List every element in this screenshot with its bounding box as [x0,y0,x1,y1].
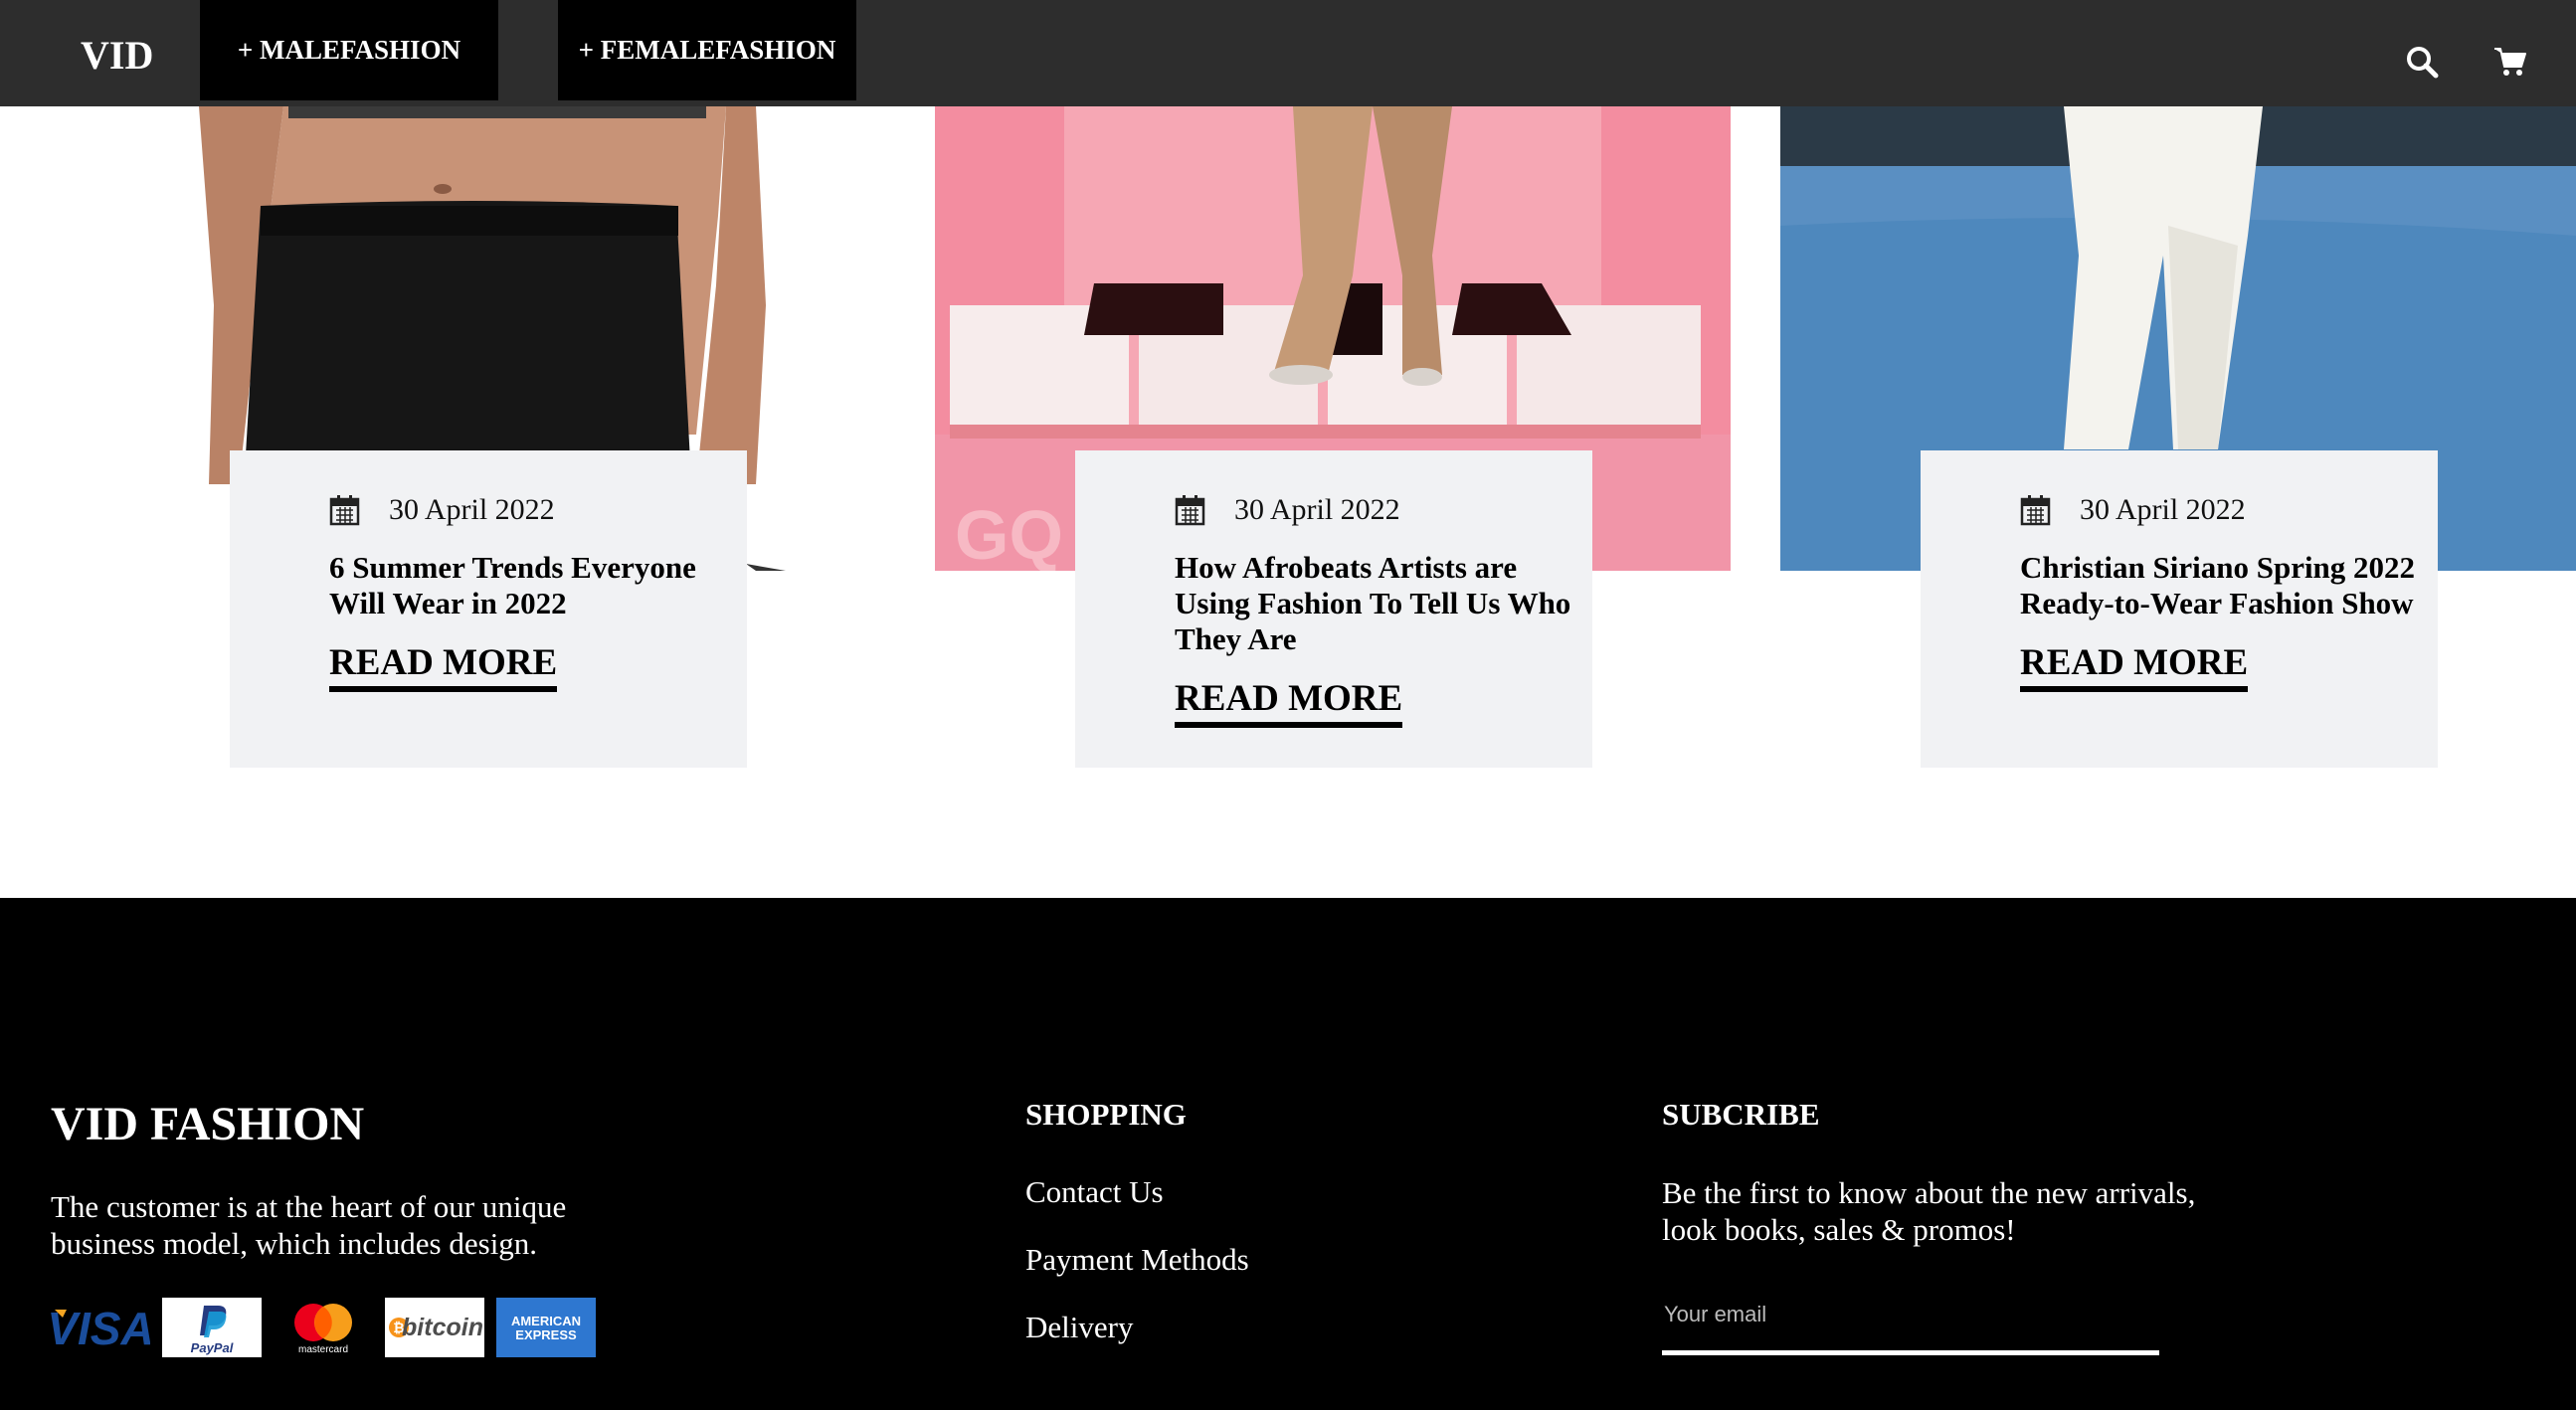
calendar-icon [2020,495,2051,526]
post-card: 30 April 2022 6 Summer Trends Everyone W… [230,450,747,768]
american-express-icon: AMERICAN EXPRESS [496,1298,596,1357]
post-date-text: 30 April 2022 [389,493,555,526]
post-title[interactable]: Christian Siriano Spring 2022 Ready-to-W… [2020,550,2428,621]
post-date-text: 30 April 2022 [2080,493,2246,526]
delivery-link[interactable]: Delivery [1025,1310,1133,1345]
nav-female-fashion[interactable]: + FEMALEFASHION [558,0,856,100]
subscribe-heading: SUBCRIBE [1662,1097,1820,1132]
post-card: 30 April 2022 How Afrobeats Artists are … [1075,450,1592,768]
contact-us-link[interactable]: Contact Us [1025,1174,1164,1210]
read-more-link[interactable]: READ MORE [329,641,558,692]
paypal-icon: PayPal [162,1298,262,1357]
shopping-heading: SHOPPING [1025,1097,1187,1132]
search-icon[interactable] [2404,44,2440,80]
svg-text:EXPRESS: EXPRESS [515,1327,577,1342]
cart-icon[interactable] [2492,44,2528,80]
post-title[interactable]: How Afrobeats Artists are Using Fashion … [1175,550,1582,657]
post-date-text: 30 April 2022 [1234,493,1400,526]
payment-methods-link[interactable]: Payment Methods [1025,1242,1249,1278]
subscribe-description: Be the first to know about the new arriv… [1662,1175,2196,1247]
svg-text:bitcoin: bitcoin [402,1314,483,1341]
post-date: 30 April 2022 [329,490,747,530]
nav-male-fashion[interactable]: + MALEFASHION [200,0,498,100]
read-more-link[interactable]: READ MORE [2020,641,2249,692]
post-date: 30 April 2022 [1175,490,1592,530]
post-card: 30 April 2022 Christian Siriano Spring 2… [1921,450,2438,768]
site-logo[interactable]: VID [81,32,153,79]
svg-text:mastercard: mastercard [298,1344,348,1355]
email-input[interactable] [1662,1278,2159,1355]
footer-brand: VID FASHION [51,1098,365,1150]
site-footer: VID FASHION The customer is at the heart… [0,898,2576,1410]
bitcoin-icon: ₿ bitcoin [385,1298,484,1357]
calendar-icon [329,495,360,526]
post-date: 30 April 2022 [2020,490,2438,530]
payment-methods: VISA PayPal mastercard ₿ bitcoin AMERICA… [51,1298,608,1357]
mastercard-icon: mastercard [274,1298,373,1357]
svg-text:PayPal: PayPal [191,1340,234,1355]
svg-text:GQ: GQ [955,496,1063,571]
post-title[interactable]: 6 Summer Trends Everyone Will Wear in 20… [329,550,737,621]
footer-description: The customer is at the heart of our uniq… [51,1189,567,1261]
read-more-link[interactable]: READ MORE [1175,677,1403,728]
top-navbar: VID + MALEFASHION + FEMALEFASHION [0,0,2576,106]
svg-text:AMERICAN: AMERICAN [511,1314,581,1328]
calendar-icon [1175,495,1205,526]
visa-icon: VISA [51,1298,150,1357]
